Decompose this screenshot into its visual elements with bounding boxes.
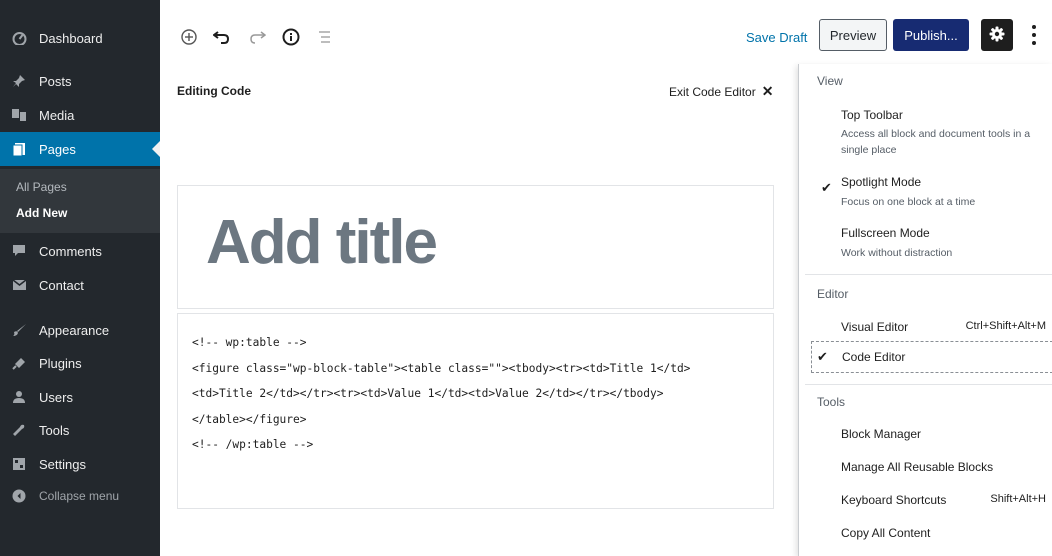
- code-editor-option[interactable]: ✔ Code Editor: [811, 341, 1052, 373]
- plugin-icon: [11, 355, 27, 371]
- sidebar-item-appearance[interactable]: Appearance: [0, 313, 160, 347]
- pages-submenu: All Pages Add New: [0, 169, 160, 233]
- collapse-menu-label: Collapse menu: [39, 489, 120, 503]
- collapse-menu-button[interactable]: Collapse menu: [0, 479, 160, 513]
- sidebar-item-posts[interactable]: Posts: [0, 64, 160, 98]
- sidebar-item-contact[interactable]: Contact: [0, 268, 160, 302]
- dot: [1032, 33, 1036, 37]
- publish-button[interactable]: Publish...: [893, 19, 969, 51]
- info-icon[interactable]: [280, 26, 302, 48]
- sidebar-item-label: Dashboard: [39, 30, 103, 46]
- undo-icon[interactable]: [211, 26, 233, 48]
- editing-code-heading: Editing Code: [177, 84, 251, 98]
- wrench-icon: [11, 422, 27, 438]
- add-block-icon[interactable]: [178, 26, 200, 48]
- copy-all-content-item[interactable]: Copy All Content: [841, 526, 930, 540]
- settings-icon: [11, 456, 27, 472]
- more-options-menu: View Top Toolbar Access all block and do…: [798, 64, 1052, 556]
- sidebar-item-label: Users: [39, 389, 73, 405]
- more-options-button[interactable]: [1026, 20, 1042, 50]
- title-field[interactable]: Add title: [177, 185, 774, 309]
- brush-icon: [11, 322, 27, 338]
- comment-icon: [11, 243, 27, 259]
- editor-toolbar: Save Draft Preview Publish...: [160, 0, 1052, 66]
- submenu-add-new[interactable]: Add New: [16, 206, 67, 220]
- sidebar-item-label: Media: [39, 107, 75, 123]
- sidebar-item-label: Posts: [39, 73, 72, 89]
- code-content: <!-- wp:table --> <figure class="wp-bloc…: [192, 336, 691, 451]
- spotlight-mode-label: Spotlight Mode: [841, 175, 922, 189]
- pages-icon: [11, 141, 27, 157]
- sidebar-item-label: Settings: [39, 456, 86, 472]
- keyboard-shortcuts-label: Keyboard Shortcuts: [841, 493, 947, 507]
- sidebar-item-dashboard[interactable]: Dashboard: [0, 21, 160, 55]
- sidebar-item-label: Comments: [39, 243, 102, 259]
- exit-code-editor-button[interactable]: Exit Code Editor ✕: [669, 83, 773, 100]
- code-editor-textarea[interactable]: <!-- wp:table --> <figure class="wp-bloc…: [177, 313, 774, 509]
- sidebar-item-pages[interactable]: Pages: [0, 132, 160, 166]
- admin-sidebar: Dashboard Posts Media Pages All Pages Ad…: [0, 0, 160, 556]
- submenu-all-pages[interactable]: All Pages: [16, 180, 67, 194]
- media-icon: [11, 107, 27, 123]
- code-editor-label: Code Editor: [842, 350, 906, 364]
- sidebar-item-users[interactable]: Users: [0, 380, 160, 414]
- sidebar-item-plugins[interactable]: Plugins: [0, 346, 160, 380]
- block-navigation-icon[interactable]: [313, 26, 335, 48]
- view-group-label: View: [817, 74, 843, 88]
- top-toolbar-description: Access all block and document tools in a…: [841, 128, 1031, 156]
- manage-reusable-blocks-item[interactable]: Manage All Reusable Blocks: [841, 460, 993, 474]
- editor-group-label: Editor: [817, 287, 849, 301]
- sidebar-item-label: Contact: [39, 277, 84, 293]
- visual-editor-label: Visual Editor: [841, 320, 909, 334]
- preview-button[interactable]: Preview: [819, 19, 887, 51]
- pin-icon: [11, 73, 27, 89]
- title-placeholder: Add title: [206, 208, 438, 277]
- block-manager-item[interactable]: Block Manager: [841, 427, 921, 441]
- sidebar-item-label: Pages: [39, 141, 76, 157]
- tools-group-label: Tools: [817, 395, 846, 409]
- keyboard-shortcuts-shortcut: Shift+Alt+H: [990, 493, 1046, 505]
- checkmark-icon: ✔: [817, 349, 828, 364]
- divider: [805, 384, 1052, 385]
- divider: [805, 274, 1052, 275]
- sidebar-item-label: Tools: [39, 422, 70, 438]
- save-draft-button[interactable]: Save Draft: [746, 30, 807, 45]
- users-icon: [11, 389, 27, 405]
- dashboard-icon: [11, 30, 27, 46]
- top-toolbar-label: Top Toolbar: [841, 108, 903, 122]
- sidebar-item-settings[interactable]: Settings: [0, 447, 160, 481]
- dot: [1032, 41, 1036, 45]
- sidebar-item-media[interactable]: Media: [0, 98, 160, 132]
- exit-code-editor-label: Exit Code Editor: [669, 84, 756, 99]
- fullscreen-mode-label: Fullscreen Mode: [841, 226, 930, 240]
- sidebar-item-label: Plugins: [39, 355, 82, 371]
- mail-icon: [11, 277, 27, 293]
- gear-icon: [989, 26, 1005, 45]
- sidebar-item-comments[interactable]: Comments: [0, 234, 160, 268]
- fullscreen-mode-description: Work without distraction: [841, 247, 953, 259]
- spotlight-mode-description: Focus on one block at a time: [841, 196, 976, 208]
- settings-button[interactable]: [981, 19, 1013, 51]
- collapse-icon: [11, 488, 27, 504]
- dot: [1032, 25, 1036, 29]
- redo-icon[interactable]: [246, 26, 268, 48]
- close-icon: ✕: [761, 83, 774, 99]
- sidebar-item-tools[interactable]: Tools: [0, 413, 160, 447]
- checkmark-icon: ✔: [821, 180, 832, 195]
- sidebar-item-label: Appearance: [39, 322, 110, 338]
- visual-editor-shortcut: Ctrl+Shift+Alt+M: [965, 320, 1046, 332]
